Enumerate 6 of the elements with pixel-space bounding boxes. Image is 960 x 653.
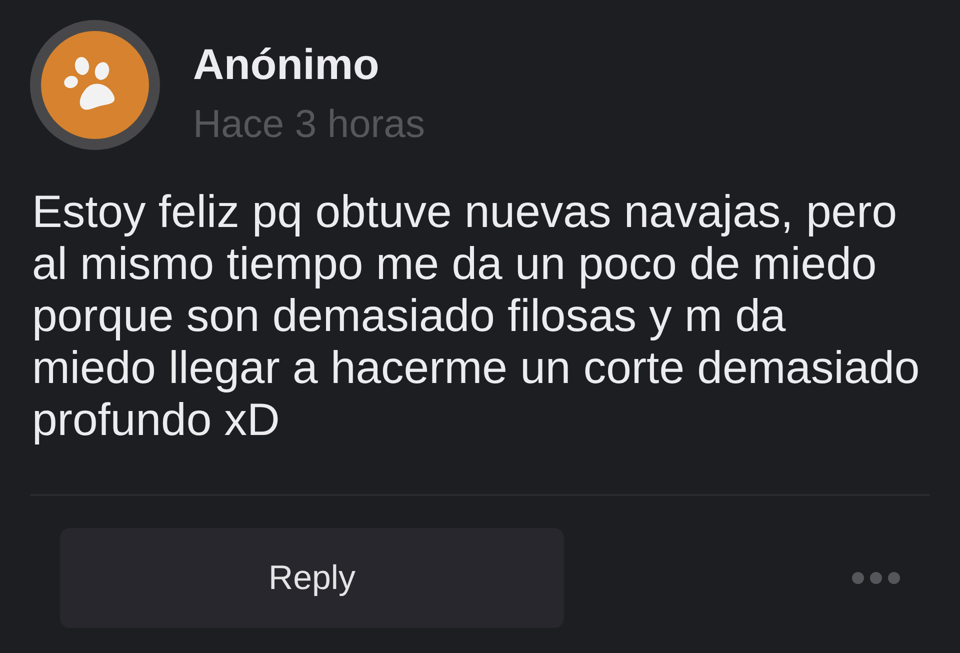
reply-button[interactable]: Reply [60, 528, 564, 628]
more-options-icon[interactable] [852, 572, 900, 584]
post-time: Hace 3 horas [193, 102, 425, 148]
author-name: Anónimo [193, 40, 380, 90]
paw-avatar-icon [30, 20, 160, 150]
post-body: Estoy feliz pq obtuve nuevas navajas, pero al mismo tiempo me da un poco de miedo porque son demasiado filosas y m da miedo llegar a hacerme un corte demasiado profundo xD [32, 186, 921, 446]
